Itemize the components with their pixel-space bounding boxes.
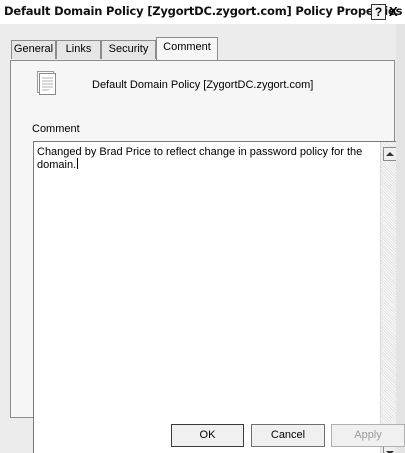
scroll-down-button[interactable]: [383, 446, 397, 453]
close-button[interactable]: X: [389, 3, 405, 21]
tab-security[interactable]: Security: [101, 40, 156, 59]
arrow-up-icon: [386, 152, 394, 156]
scroll-up-button[interactable]: [383, 147, 397, 161]
apply-button[interactable]: Apply: [331, 424, 405, 447]
window-title: Default Domain Policy [ZygortDC.zygort.c…: [4, 4, 403, 18]
tab-links[interactable]: Links: [56, 40, 101, 59]
policy-name: Default Domain Policy [ZygortDC.zygort.c…: [92, 79, 314, 91]
text-caret: [77, 158, 79, 169]
help-button[interactable]: ?: [371, 4, 386, 20]
comment-tab-panel: Default Domain Policy [ZygortDC.zygort.c…: [10, 60, 400, 453]
cancel-button[interactable]: Cancel: [251, 424, 325, 447]
tab-general[interactable]: General: [11, 40, 56, 59]
comment-text-wrap: Changed by Brad Price to reflect change …: [37, 146, 372, 171]
comment-text: Changed by Brad Price to reflect change …: [37, 146, 366, 171]
comment-textarea[interactable]: Changed by Brad Price to reflect change …: [33, 141, 400, 453]
comment-label: Comment: [32, 123, 80, 135]
policy-properties-dialog: Default Domain Policy [ZygortDC.zygort.c…: [0, 0, 405, 453]
title-bar[interactable]: Default Domain Policy [ZygortDC.zygort.c…: [0, 0, 405, 24]
window-right-edge: [396, 24, 405, 453]
document-icon: [35, 69, 57, 98]
ok-button[interactable]: OK: [171, 424, 244, 447]
tab-comment[interactable]: Comment: [156, 37, 218, 60]
